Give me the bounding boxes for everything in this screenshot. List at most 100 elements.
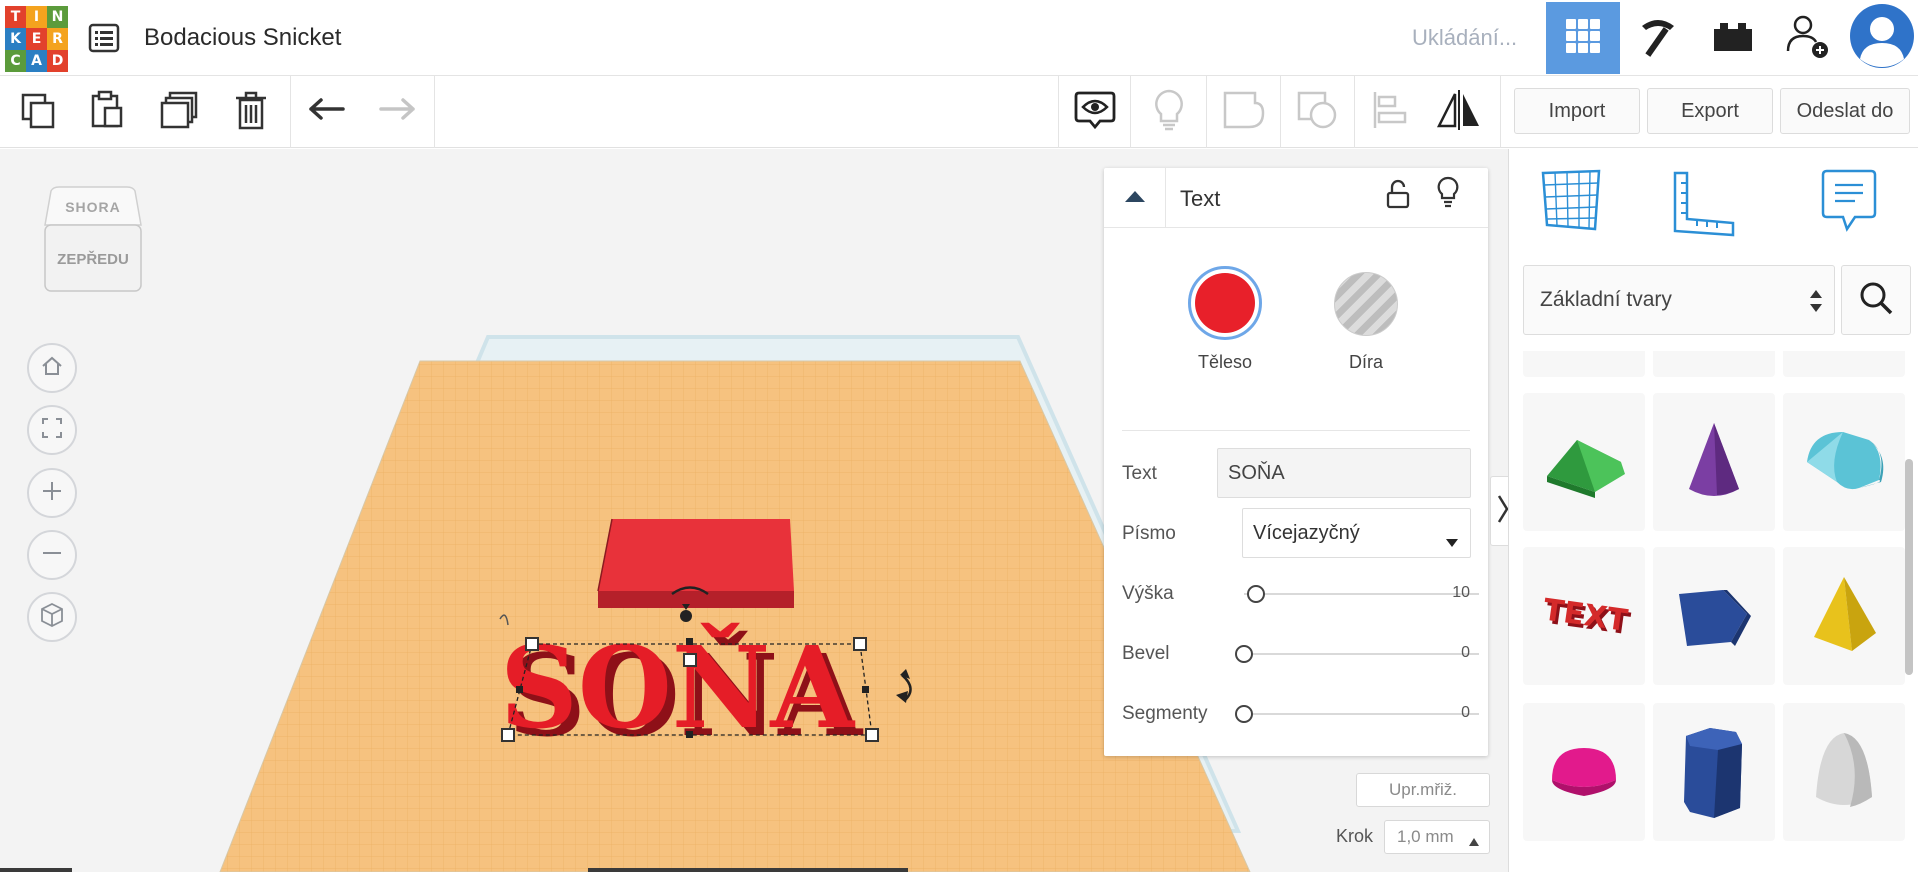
- lightbulb-button[interactable]: [1142, 86, 1196, 138]
- shape-tile-partial: [1783, 351, 1905, 377]
- redo-button[interactable]: [370, 86, 424, 138]
- height-slider[interactable]: [1244, 585, 1479, 603]
- toolbar-divider: [1058, 76, 1059, 148]
- logo-letter: D: [47, 50, 68, 72]
- solid-toggle[interactable]: [1188, 266, 1262, 340]
- add-user-icon: [1783, 11, 1833, 66]
- bricks-button[interactable]: [1696, 2, 1770, 74]
- view-cube-top-label: SHORA: [65, 199, 121, 215]
- hole-toggle[interactable]: [1334, 272, 1398, 336]
- shape-paraboloid[interactable]: [1783, 703, 1905, 841]
- bevel-value: 0: [1461, 644, 1470, 661]
- undo-button[interactable]: [300, 86, 354, 138]
- zoom-out-button[interactable]: [27, 530, 77, 580]
- height-value: 10: [1452, 584, 1470, 601]
- group-icon: [1221, 89, 1265, 136]
- design-list-icon[interactable]: [88, 22, 120, 54]
- export-button[interactable]: Export: [1647, 88, 1773, 134]
- user-avatar-button[interactable]: [1846, 2, 1918, 74]
- logo-letter: T: [5, 6, 26, 28]
- perspective-icon: [39, 602, 65, 633]
- perspective-button[interactable]: [27, 592, 77, 642]
- inspector-title: Text: [1180, 186, 1221, 211]
- import-button[interactable]: Import: [1514, 88, 1640, 134]
- unlock-icon: [1386, 179, 1410, 214]
- workplane-tool-button[interactable]: [1537, 165, 1607, 235]
- collapse-inspector-button[interactable]: [1104, 168, 1166, 228]
- shape-category-value: Základní tvary: [1540, 288, 1672, 311]
- duplicate-button[interactable]: [152, 86, 206, 138]
- notes-tool-button[interactable]: [1821, 167, 1881, 237]
- mirror-icon: [1435, 88, 1483, 137]
- grid-view-icon: [1564, 17, 1602, 60]
- solid-label: Těleso: [1197, 352, 1253, 372]
- logo-letter: C: [5, 50, 26, 72]
- home-view-button[interactable]: [27, 343, 77, 393]
- zoom-out-icon: [40, 541, 64, 570]
- group-button[interactable]: [1216, 86, 1270, 138]
- ungroup-button[interactable]: [1290, 86, 1344, 138]
- resize-handle: [865, 728, 879, 742]
- logo-letter: E: [26, 28, 47, 50]
- save-status: Ukládání...: [1412, 25, 1518, 50]
- undo-icon: [307, 95, 347, 130]
- slider-knob[interactable]: [1235, 705, 1253, 723]
- shape-tile-partial: [1653, 351, 1775, 377]
- fit-view-button[interactable]: [27, 405, 77, 455]
- pickaxe-icon: [1634, 12, 1682, 65]
- shapes-panel: Základní tvary TEXT TEXT: [1508, 149, 1918, 872]
- toolbar-divider: [1280, 76, 1281, 148]
- toolbar-divider: [1130, 76, 1131, 148]
- chevron-up-icon: [1124, 189, 1146, 208]
- view-cube-front-label: ZEPŘEDU: [57, 251, 129, 268]
- align-button[interactable]: [1362, 86, 1416, 138]
- delete-button[interactable]: [224, 86, 278, 138]
- mirror-button[interactable]: [1432, 86, 1486, 138]
- resize-handle: [853, 637, 867, 651]
- codeblocks-button[interactable]: [1621, 2, 1695, 74]
- slider-knob[interactable]: [1235, 645, 1253, 663]
- lightbulb-icon: [1436, 176, 1460, 213]
- height-label: Výška: [1122, 583, 1174, 604]
- shape-inspector: Text Těleso Díra Text SOŇA Písmo Vícejaz…: [1104, 168, 1488, 756]
- shape-cone[interactable]: [1653, 393, 1775, 531]
- shape-half-cylinder[interactable]: [1783, 393, 1905, 531]
- slider-knob[interactable]: [1246, 585, 1265, 603]
- tinkercad-logo[interactable]: T I N K E R C A D: [5, 6, 68, 72]
- design-title[interactable]: Bodacious Snicket: [144, 24, 341, 52]
- visibility-button[interactable]: [1068, 86, 1122, 138]
- shape-roof[interactable]: [1523, 393, 1645, 531]
- paste-button[interactable]: [80, 86, 134, 138]
- shape-category-select[interactable]: Základní tvary: [1523, 265, 1835, 335]
- light-button[interactable]: [1430, 176, 1466, 212]
- font-select[interactable]: Vícejazyčný: [1242, 508, 1471, 558]
- shape-pyramid[interactable]: [1783, 547, 1905, 685]
- search-shapes-button[interactable]: [1841, 265, 1911, 335]
- view-cube[interactable]: SHORA ZEPŘEDU: [43, 185, 143, 297]
- send-to-button[interactable]: Odeslat do: [1780, 88, 1910, 134]
- text-content-input[interactable]: SOŇA: [1217, 448, 1471, 498]
- segments-slider[interactable]: [1235, 705, 1479, 723]
- ruler-tool-button[interactable]: [1669, 169, 1739, 239]
- invite-button[interactable]: [1771, 2, 1845, 74]
- lightbulb-icon: [1152, 88, 1186, 137]
- zoom-in-button[interactable]: [27, 468, 77, 518]
- shape-text[interactable]: TEXT TEXT: [1523, 547, 1645, 685]
- shapes-scrollbar[interactable]: [1905, 459, 1913, 675]
- bevel-slider[interactable]: [1235, 645, 1479, 663]
- shape-half-sphere[interactable]: [1523, 703, 1645, 841]
- search-icon: [1858, 280, 1894, 321]
- logo-letter: R: [47, 28, 68, 50]
- logo-letter: N: [47, 6, 68, 28]
- edit-grid-button[interactable]: Upr.mřiž.: [1356, 773, 1490, 807]
- snap-step-label: Krok: [1336, 826, 1374, 846]
- snap-step-select[interactable]: 1,0 mm: [1384, 820, 1490, 854]
- lock-button[interactable]: [1380, 178, 1416, 214]
- toolbar-divider: [1354, 76, 1355, 148]
- shape-hexagonal-prism[interactable]: [1653, 703, 1775, 841]
- shape-polygon[interactable]: [1653, 547, 1775, 685]
- copy-button[interactable]: [10, 86, 64, 138]
- sort-arrows-icon: [1810, 290, 1822, 318]
- segments-label: Segmenty: [1122, 703, 1208, 724]
- grid-view-button[interactable]: [1546, 2, 1620, 74]
